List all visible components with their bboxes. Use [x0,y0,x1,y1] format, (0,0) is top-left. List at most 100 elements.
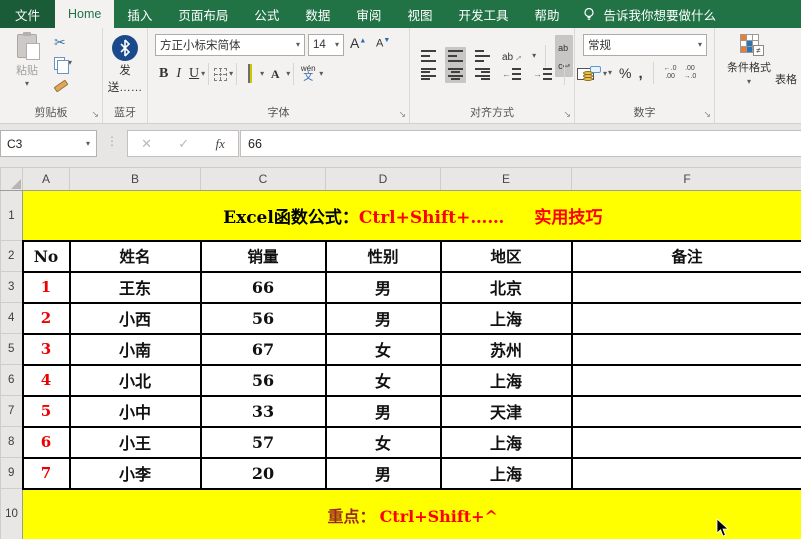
enter-button[interactable]: ✓ [178,136,189,152]
cell[interactable]: 男 [326,458,441,489]
number-dialog-launcher-icon[interactable]: ↘ [703,110,711,119]
cell[interactable]: 上海 [441,303,572,334]
cell[interactable]: 北京 [441,272,572,303]
cell[interactable]: 20 [201,458,326,489]
row-header-6[interactable]: 6 [1,365,23,396]
number-format-combobox[interactable]: 常规 [583,34,707,56]
bluetooth-send-button[interactable]: 发 送…… [103,35,147,96]
tab-formulas[interactable]: 公式 [241,0,292,28]
cell-header-sales[interactable]: 销量 [201,241,326,272]
tab-help[interactable]: 帮助 [521,0,572,28]
row-header-9[interactable]: 9 [1,458,23,489]
increase-indent-button[interactable]: → [530,65,555,83]
cell[interactable]: 小北 [70,365,201,396]
accounting-dropdown-icon[interactable] [608,69,612,77]
cell[interactable]: 上海 [441,427,572,458]
decrease-decimal-button[interactable]: ←.0.00 [664,65,677,82]
row-header-4[interactable]: 4 [1,303,23,334]
tab-page-layout[interactable]: 页面布局 [165,0,241,28]
col-header-B[interactable]: B [70,168,201,191]
cell[interactable]: 1 [23,272,70,303]
italic-button[interactable]: I [176,66,181,82]
alignment-dialog-launcher-icon[interactable]: ↘ [563,110,571,119]
percent-style-button[interactable]: % [619,65,631,81]
tab-file[interactable]: 文件 [0,0,55,28]
tab-home[interactable]: Home [55,0,114,28]
cell[interactable]: 3 [23,334,70,365]
cell[interactable]: 男 [326,396,441,427]
paste-button[interactable]: 粘贴 [6,34,48,88]
cell[interactable] [572,427,801,458]
grow-font-button[interactable]: A▲ [350,35,366,51]
phonetic-guide-button[interactable]: wén 文 [299,65,317,83]
paste-dropdown-icon[interactable] [6,80,48,88]
font-color-button[interactable]: A [267,68,283,80]
formula-input[interactable]: 66 [240,130,801,157]
col-header-C[interactable]: C [201,168,326,191]
tell-me-search[interactable]: 告诉我你想要做什么 [582,0,716,28]
cell[interactable] [572,458,801,489]
tab-review[interactable]: 审阅 [343,0,394,28]
cell[interactable]: 男 [326,272,441,303]
cell[interactable]: 男 [326,303,441,334]
cell[interactable]: 王东 [70,272,201,303]
cell[interactable]: 67 [201,334,326,365]
col-header-E[interactable]: E [441,168,572,191]
cell-header-gender[interactable]: 性别 [326,241,441,272]
insert-function-button[interactable]: fx [215,136,224,152]
conditional-formatting-button[interactable]: ≠ 条件格式 [723,34,775,86]
cell-header-no[interactable]: No [23,241,70,272]
tab-developer[interactable]: 开发工具 [445,0,521,28]
cell[interactable]: 女 [326,365,441,396]
cell[interactable]: 56 [201,365,326,396]
cell[interactable]: 小西 [70,303,201,334]
cell-bottom-banner[interactable]: 重点：Ctrl+Shift+^ [23,489,801,539]
cell-header-region[interactable]: 地区 [441,241,572,272]
cell[interactable]: 小中 [70,396,201,427]
row-header-5[interactable]: 5 [1,334,23,365]
row-header-10[interactable]: 10 [1,489,23,539]
cell[interactable] [572,365,801,396]
tab-insert[interactable]: 插入 [114,0,165,28]
decrease-indent-button[interactable]: ← [499,65,524,83]
cell[interactable]: 57 [201,427,326,458]
align-right-button[interactable] [472,65,493,83]
cell[interactable] [572,272,801,303]
fill-color-button[interactable] [242,65,258,83]
cell[interactable]: 6 [23,427,70,458]
name-box[interactable]: C3 [0,130,97,157]
cell[interactable]: 4 [23,365,70,396]
format-painter-button[interactable] [54,76,72,92]
tab-data[interactable]: 数据 [292,0,343,28]
font-size-combobox[interactable]: 14 [308,34,344,56]
cell[interactable]: 56 [201,303,326,334]
row-header-3[interactable]: 3 [1,272,23,303]
cell[interactable]: 苏州 [441,334,572,365]
cell[interactable]: 小南 [70,334,201,365]
cell[interactable]: 小王 [70,427,201,458]
comma-style-button[interactable]: , [638,65,642,82]
cell[interactable]: 上海 [441,458,572,489]
cell[interactable]: 女 [326,427,441,458]
row-header-2[interactable]: 2 [1,241,23,272]
cell[interactable]: 33 [201,396,326,427]
select-all-corner[interactable] [1,168,23,191]
cell[interactable]: 女 [326,334,441,365]
underline-button[interactable]: U [189,66,199,82]
cancel-button[interactable]: ✕ [141,136,152,152]
underline-dropdown-icon[interactable] [201,70,205,78]
cell[interactable]: 2 [23,303,70,334]
shrink-font-button[interactable]: A▼ [376,37,390,50]
cell[interactable]: 7 [23,458,70,489]
bold-button[interactable]: B [159,66,168,82]
cell[interactable]: 天津 [441,396,572,427]
format-as-table-button[interactable]: 表格 [775,34,801,87]
align-left-button[interactable] [418,65,439,83]
font-dialog-launcher-icon[interactable]: ↘ [398,110,406,119]
borders-dropdown-icon[interactable] [229,70,233,78]
font-color-dropdown-icon[interactable] [286,70,290,78]
accounting-format-button[interactable] [583,66,601,81]
row-header-1[interactable]: 1 [1,191,23,241]
cell-header-name[interactable]: 姓名 [70,241,201,272]
borders-icon[interactable] [214,68,227,81]
